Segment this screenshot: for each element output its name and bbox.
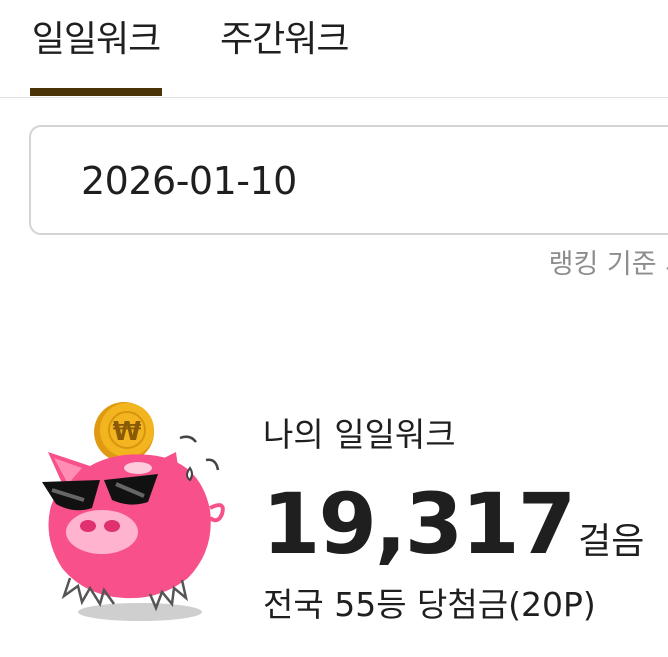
piggy-bank-mascot: ₩ [30, 400, 250, 630]
date-value: 2026-01-10 [81, 159, 297, 203]
ranking-criteria-note: 랭킹 기준 시 [548, 249, 668, 280]
tab-daily-walk[interactable]: 일일워크 [30, 18, 162, 62]
tab-bar: 일일워크 주간워크 [0, 0, 668, 98]
active-tab-indicator [30, 88, 162, 96]
step-count-value: 19,317 [262, 475, 576, 573]
step-count-unit: 걸음 [578, 521, 645, 562]
svg-text:₩: ₩ [113, 417, 142, 447]
coin-icon: ₩ [94, 402, 154, 462]
national-rank-prize: 전국 55등 당첨금(20P) [263, 585, 596, 624]
step-count-row: 19,317 걸음 [262, 476, 644, 572]
daily-walk-screen: 일일워크 주간워크 2026-01-10 랭킹 기준 시 ₩ [0, 0, 668, 657]
tab-weekly-walk[interactable]: 주간워크 [220, 18, 349, 62]
piggy-bank-with-sunglasses-icon: ₩ [42, 402, 225, 621]
my-daily-walk-title: 나의 일일워크 [263, 415, 456, 454]
date-selector[interactable]: 2026-01-10 [29, 125, 668, 235]
